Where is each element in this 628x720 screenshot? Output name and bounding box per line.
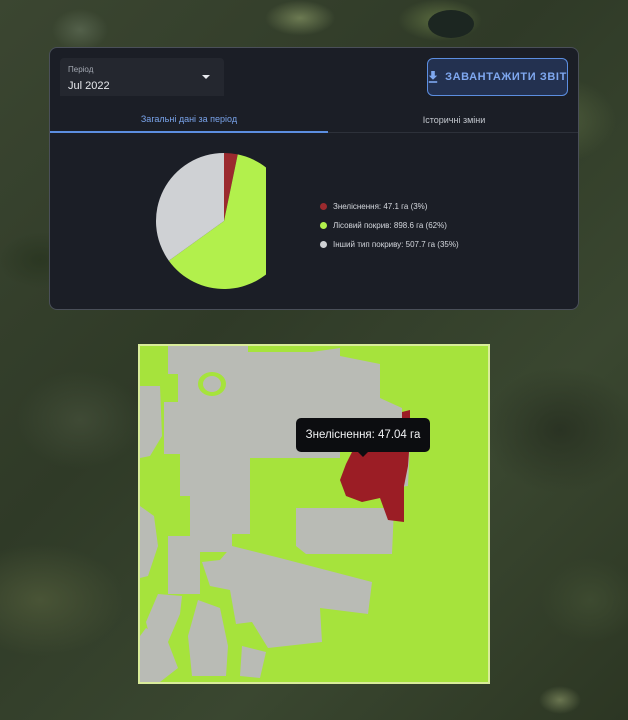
period-select[interactable]: Період Jul 2022 — [60, 58, 224, 96]
tooltip-arrow — [357, 451, 369, 457]
legend-label-forest: Лісовий покрив: 898.6 га (62%) — [333, 220, 447, 230]
legend-dot-deforestation — [320, 202, 327, 210]
chart-legend: Знеліснення: 47.1 га (3%) Лісовий покрив… — [320, 201, 459, 258]
download-report-button[interactable]: ЗАВАНТАЖИТИ ЗВІТ — [427, 58, 568, 96]
other-land-cover-area — [203, 376, 221, 392]
other-land-cover-area — [296, 508, 394, 554]
download-icon — [428, 71, 438, 83]
period-label: Період — [68, 65, 94, 74]
land-cover-pie-chart — [156, 153, 266, 289]
legend-label-deforestation: Знеліснення: 47.1 га (3%) — [333, 201, 428, 211]
tab-history[interactable]: Історичні зміни — [328, 107, 578, 133]
land-cover-map-layer — [140, 346, 488, 682]
deforestation-tooltip: Знеліснення: 47.04 га — [296, 418, 430, 452]
lake — [428, 10, 474, 38]
legend-dot-other — [320, 240, 327, 248]
download-report-label: ЗАВАНТАЖИТИ ЗВІТ — [445, 71, 567, 83]
legend-dot-forest — [320, 221, 327, 229]
forest-area — [250, 466, 290, 536]
period-value: Jul 2022 — [68, 80, 110, 92]
legend-item-forest: Лісовий покрив: 898.6 га (62%) — [320, 220, 459, 230]
land-cover-map[interactable] — [138, 344, 490, 684]
tab-bar: Загальні дані за період Історичні зміни — [50, 107, 578, 133]
tab-general[interactable]: Загальні дані за період — [50, 107, 328, 133]
legend-item-deforestation: Знеліснення: 47.1 га (3%) — [320, 201, 459, 211]
report-panel: Період Jul 2022 ЗАВАНТАЖИТИ ЗВІТ Загальн… — [49, 47, 579, 310]
legend-label-other: Інший тип покриву: 507.7 га (35%) — [333, 239, 459, 249]
dropdown-arrow-icon — [202, 75, 210, 79]
legend-item-other: Інший тип покриву: 507.7 га (35%) — [320, 239, 459, 249]
